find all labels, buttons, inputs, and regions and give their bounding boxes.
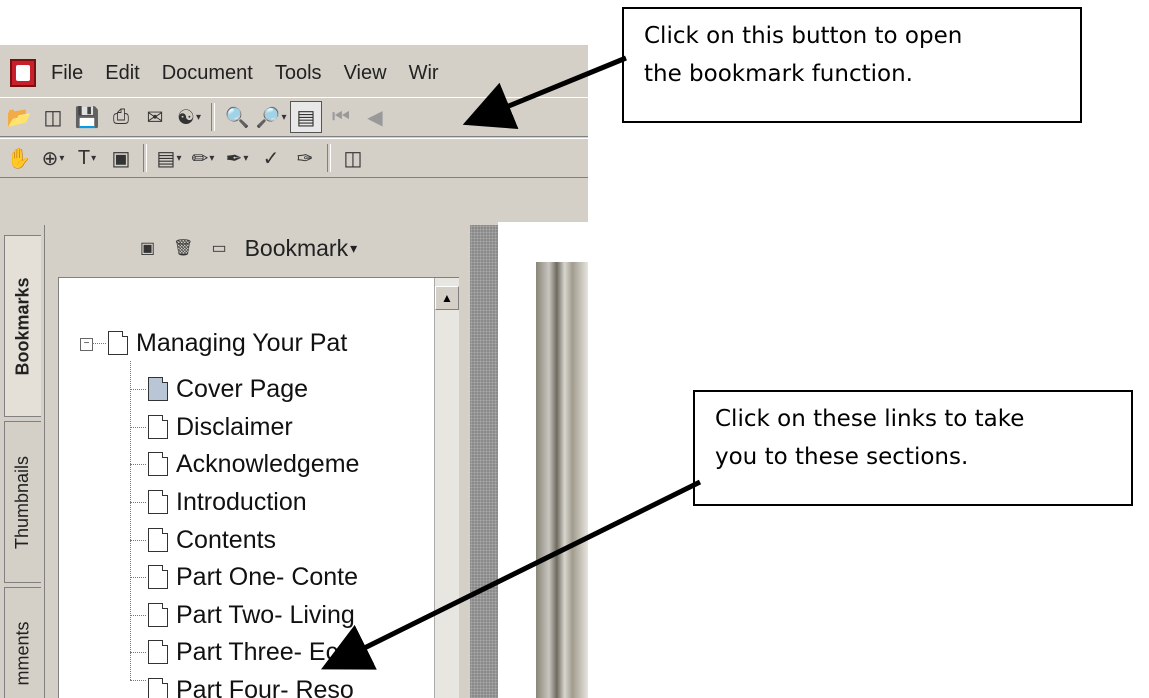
print-icon[interactable]: ⎙ <box>106 102 136 132</box>
zoom-icon[interactable]: ⊕ <box>38 143 68 173</box>
tab-comments-label: mments <box>12 620 33 686</box>
menu-bar: File Edit Document Tools View Wir <box>0 55 588 91</box>
page-icon <box>148 452 168 476</box>
snapshot-icon[interactable]: ▣ <box>106 143 136 173</box>
callout-bookmark-button: Click on this button to open the bookmar… <box>622 7 1082 123</box>
tree-line <box>130 502 146 503</box>
bookmark-item[interactable]: Contents <box>148 522 448 558</box>
bookmark-item[interactable]: Acknowledgeme <box>148 446 448 482</box>
navigation-tabs: Bookmarks Thumbnails mments <box>0 225 45 698</box>
callout-line: Click on this button to open <box>644 23 963 49</box>
callout-bookmark-links: Click on these links to take you to thes… <box>693 390 1133 506</box>
highlighter-icon[interactable]: ✒ <box>222 143 252 173</box>
email-icon[interactable]: ✉ <box>140 102 170 132</box>
tree-line <box>92 343 106 344</box>
menu-edit[interactable]: Edit <box>94 62 150 85</box>
menu-file[interactable]: File <box>40 62 94 85</box>
page-icon <box>148 603 168 627</box>
bookmark-item[interactable]: Disclaimer <box>148 409 448 445</box>
print-setup-icon[interactable]: ◫ <box>38 102 68 132</box>
callout-line: Click on these links to take <box>715 406 1025 432</box>
bookmark-label: Part One- Conte <box>176 562 359 591</box>
expand-bookmark-icon[interactable]: ▭ <box>211 238 226 258</box>
page-icon <box>148 377 168 401</box>
tree-line <box>130 361 131 680</box>
page-icon <box>148 640 168 664</box>
bookmark-item[interactable]: Part Two- Living <box>148 597 448 633</box>
document-photo <box>536 262 588 698</box>
toolbar-separator <box>211 103 215 131</box>
menu-view[interactable]: View <box>333 62 398 85</box>
bookmark-item[interactable]: Part One- Conte <box>148 559 448 595</box>
bookmark-label: Contents <box>176 525 277 554</box>
text-select-icon[interactable]: T <box>72 143 102 173</box>
hand-tool-icon[interactable]: ✋ <box>4 143 34 173</box>
bookmarks-toolbar: ▣ 🗑 ▭ Bookmark <box>44 227 464 269</box>
bookmark-label: Part Four- Reso <box>176 675 354 698</box>
menu-window[interactable]: Wir <box>398 62 450 85</box>
bookmark-label: Part Three- Eco <box>176 637 353 666</box>
page-icon <box>148 490 168 514</box>
tree-line <box>130 464 146 465</box>
bookmark-label: Disclaimer <box>176 412 293 441</box>
page-layout-icon[interactable]: ◫ <box>338 143 368 173</box>
open-icon[interactable]: 📂 <box>4 102 34 132</box>
new-bookmark-icon[interactable]: ▣ <box>140 238 155 258</box>
bookmark-options-menu[interactable]: Bookmark <box>245 235 358 262</box>
bookmark-item[interactable]: Part Four- Reso <box>148 672 448 698</box>
bookmark-label: Part Two- Living <box>176 600 355 629</box>
tree-line <box>130 540 146 541</box>
tree-line <box>130 427 146 428</box>
tree-line <box>130 615 146 616</box>
page-icon <box>148 678 168 698</box>
find-icon[interactable]: 🔎 <box>256 102 286 132</box>
tree-line <box>130 577 146 578</box>
tree-line <box>130 652 146 653</box>
toolbar-separator <box>327 144 331 172</box>
page-icon <box>148 415 168 439</box>
bookmark-item[interactable]: Managing Your Pat <box>108 325 448 361</box>
navigation-pane-icon[interactable]: ▤ <box>290 101 322 133</box>
web-icon[interactable]: ☯ <box>174 102 204 132</box>
tab-thumbnails-label: Thumbnails <box>12 455 33 549</box>
search-icon[interactable]: 🔍 <box>222 102 252 132</box>
delete-bookmark-icon[interactable]: 🗑 <box>173 238 193 258</box>
tree-line <box>130 680 146 681</box>
tab-thumbnails[interactable]: Thumbnails <box>4 421 41 583</box>
toolbar-separator <box>143 144 147 172</box>
tab-bookmarks[interactable]: Bookmarks <box>4 235 41 417</box>
menu-tools[interactable]: Tools <box>264 62 333 85</box>
tasks-toolbar: ✋ ⊕ T ▣ ▤ ✏ ✒ ✓ ✑ ◫ <box>0 138 588 178</box>
scroll-up-arrow-icon[interactable]: ▲ <box>435 286 459 310</box>
collapse-icon[interactable]: − <box>80 338 93 351</box>
spellcheck-icon[interactable]: ✓ <box>256 143 286 173</box>
bookmark-label: Acknowledgeme <box>176 449 360 478</box>
previous-page-icon[interactable]: ◀ <box>360 102 390 132</box>
note-icon[interactable]: ▤ <box>154 143 184 173</box>
bookmark-item[interactable]: Cover Page <box>148 371 448 407</box>
bookmark-item[interactable]: Introduction <box>148 484 448 520</box>
tab-bookmarks-label: Bookmarks <box>12 276 33 376</box>
bookmark-label: Cover Page <box>176 374 309 403</box>
pencil-icon[interactable]: ✏ <box>188 143 218 173</box>
page-icon <box>108 331 128 355</box>
first-page-icon[interactable]: ⏮ <box>326 102 356 132</box>
file-toolbar: 📂 ◫ 💾 ⎙ ✉ ☯ 🔍 🔎 ▤ ⏮ ◀ <box>0 97 588 137</box>
page-icon <box>148 565 168 589</box>
tree-line <box>130 389 146 390</box>
page-icon <box>148 528 168 552</box>
bookmark-item[interactable]: Part Three- Eco <box>148 634 448 670</box>
bookmark-label: Introduction <box>176 487 307 516</box>
save-icon[interactable]: 💾 <box>72 102 102 132</box>
menu-document[interactable]: Document <box>151 62 264 85</box>
acrobat-logo-icon <box>10 59 36 87</box>
bookmark-label: Managing Your Pat <box>136 328 348 357</box>
callout-line: you to these sections. <box>715 444 969 470</box>
tab-comments[interactable]: mments <box>4 587 41 698</box>
callout-line: the bookmark function. <box>644 61 913 87</box>
sign-icon[interactable]: ✑ <box>290 143 320 173</box>
